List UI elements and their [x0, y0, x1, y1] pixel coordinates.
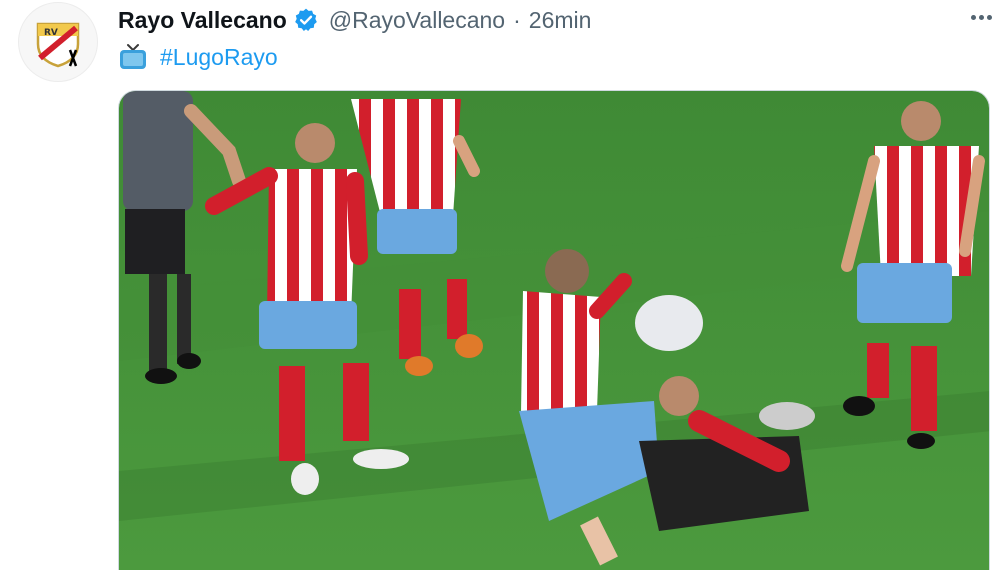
author-name[interactable]: Rayo Vallecano — [118, 7, 287, 34]
author-handle[interactable]: @RayoVallecano — [329, 7, 505, 34]
club-crest-icon: RV — [36, 22, 80, 68]
more-options-icon[interactable] — [971, 4, 992, 30]
separator-dot: · — [513, 6, 521, 33]
ball — [635, 295, 703, 351]
timestamp[interactable]: 26min — [529, 7, 592, 34]
svg-text:RV: RV — [44, 28, 58, 38]
hashtag-link[interactable]: #LugoRayo — [160, 44, 278, 71]
tv-icon — [118, 42, 148, 72]
avatar[interactable]: RV — [18, 2, 98, 82]
verified-badge-icon — [293, 7, 319, 33]
tweet-media-image[interactable] — [118, 90, 990, 570]
tweet-header: Rayo Vallecano @RayoVallecano · 26min — [118, 4, 980, 36]
tweet-text: #LugoRayo — [118, 40, 278, 74]
